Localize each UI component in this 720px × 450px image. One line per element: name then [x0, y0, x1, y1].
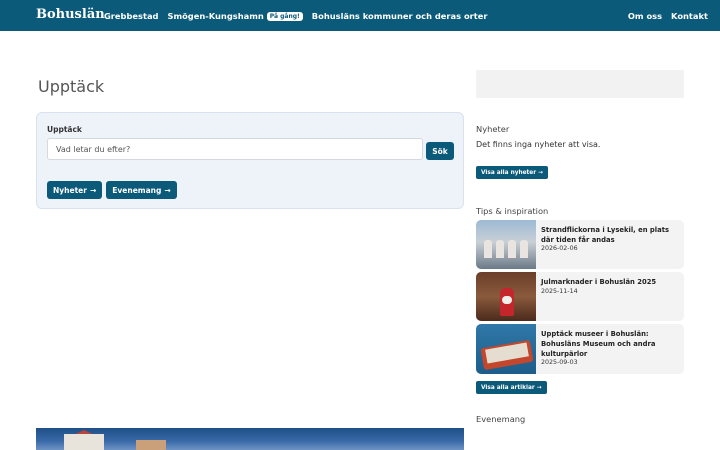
person [508, 240, 516, 258]
news-link-button[interactable]: Nyheter → [47, 181, 103, 199]
search-input[interactable] [47, 138, 423, 160]
person [520, 240, 528, 258]
search-card: Upptäck Sök Nyheter → Evenemang → [36, 112, 464, 209]
show-all-articles-label: Visa alla artiklar [481, 384, 535, 391]
tip-thumbnail [476, 272, 536, 321]
tip-card[interactable]: Julmarknader i Bohuslän 2025 2025-11-14 [476, 272, 684, 321]
secondary-nav: Om oss Kontakt [628, 0, 708, 31]
person [496, 240, 504, 258]
nav-link-label: Smögen-Kungshamn [167, 10, 264, 21]
nav-link-om-oss[interactable]: Om oss [628, 11, 662, 21]
tips-heading: Tips & inspiration [476, 206, 549, 216]
events-link-button[interactable]: Evenemang → [106, 181, 177, 199]
tip-date: 2026-02-06 [541, 245, 578, 252]
arrow-right-icon: → [89, 185, 97, 195]
tip-thumbnail [476, 324, 536, 374]
events-heading: Evenemang [476, 414, 526, 424]
tip-card[interactable]: Upptäck museer i Bohuslän: Bohusläns Mus… [476, 324, 684, 374]
events-link-label: Evenemang [112, 185, 162, 195]
search-button[interactable]: Sök [426, 142, 454, 160]
page-title: Upptäck [38, 77, 105, 96]
santa-beard [502, 296, 512, 304]
nav-link-grebbestad[interactable]: Grebbestad [104, 11, 158, 21]
search-label: Upptäck [47, 125, 82, 134]
person [484, 240, 492, 258]
show-all-news-button[interactable]: Visa alla nyheter → [476, 166, 548, 179]
brand-logo[interactable]: Bohuslän [36, 7, 105, 22]
tip-title: Strandflickorna i Lysekil, en plats där … [541, 226, 670, 244]
quick-links: Nyheter → Evenemang → [47, 181, 177, 199]
building [136, 440, 166, 450]
hero-image [36, 428, 464, 450]
tip-title: Julmarknader i Bohuslän 2025 [541, 278, 657, 286]
ad-placeholder [476, 70, 684, 98]
arrow-right-icon: → [164, 185, 171, 195]
nav-link-smogen-kungshamn[interactable]: Smögen-Kungshamn På gång! [167, 10, 303, 21]
show-all-articles-button[interactable]: Visa alla artiklar → [476, 381, 547, 394]
tip-card[interactable]: Strandflickorna i Lysekil, en plats där … [476, 220, 684, 269]
top-navbar: Bohuslän Grebbestad Smögen-Kungshamn På g… [0, 0, 720, 31]
news-heading: Nyheter [476, 124, 510, 134]
tip-title: Upptäck museer i Bohuslän: Bohusläns Mus… [541, 330, 656, 358]
news-empty-text: Det finns inga nyheter att visa. [476, 140, 601, 149]
house-wall [64, 434, 104, 450]
tip-thumbnail [476, 220, 536, 269]
show-all-news-label: Visa alla nyheter [481, 169, 537, 176]
news-link-label: Nyheter [53, 185, 87, 195]
arrow-right-icon: → [538, 169, 543, 176]
tip-date: 2025-09-03 [541, 359, 578, 366]
main-nav: Grebbestad Smögen-Kungshamn På gång! Bohu… [104, 0, 487, 31]
nav-link-kommuner[interactable]: Bohusläns kommuner och deras orter [312, 11, 488, 21]
on-going-badge: På gång! [266, 11, 303, 21]
arrow-right-icon: → [536, 384, 542, 391]
nav-link-kontakt[interactable]: Kontakt [671, 11, 708, 21]
tip-date: 2025-11-14 [541, 288, 578, 295]
